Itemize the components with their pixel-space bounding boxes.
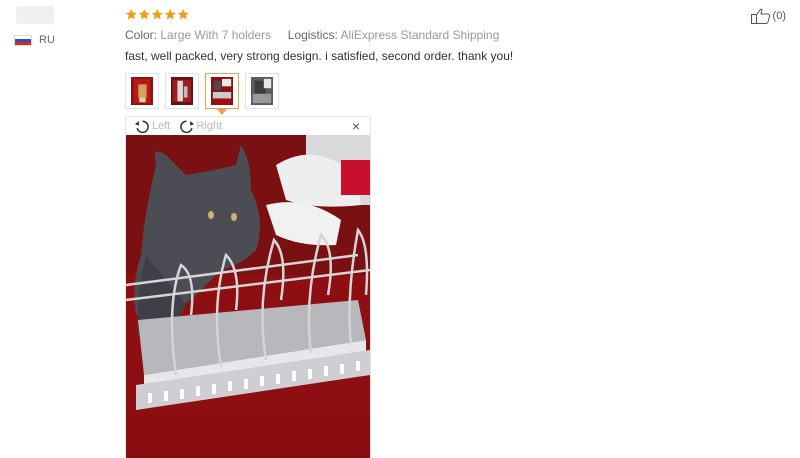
review-thumbnails [125, 73, 745, 115]
review-thumbnail[interactable] [125, 73, 159, 109]
russia-flag-icon [14, 34, 32, 46]
rotate-right-label: Right [196, 120, 223, 132]
reviewer-name-blurred [16, 6, 54, 24]
thumbnail-image [211, 77, 233, 105]
review-text: fast, well packed, very strong design. i… [125, 49, 514, 63]
thumbnail-image [171, 77, 193, 105]
review-thumbnail-selected[interactable] [205, 73, 239, 115]
rotate-right-button[interactable]: Right [178, 119, 222, 134]
image-viewer: Left Right × [125, 116, 371, 458]
rotate-left-label: Left [152, 120, 171, 132]
helpful-count: (0) [772, 10, 786, 22]
star-icon [151, 9, 163, 20]
viewer-toolbar: Left Right × [126, 117, 370, 135]
color-value: Large With 7 holders [160, 28, 272, 42]
order-info: Color: Large With 7 holders Logistics: A… [125, 28, 745, 42]
review-thumbnail[interactable] [245, 73, 279, 109]
rotate-left-button[interactable]: Left [134, 119, 170, 134]
review-photo [126, 135, 370, 458]
country-code: RU [39, 34, 55, 46]
rotate-right-icon [180, 119, 195, 133]
helpful-button[interactable]: (0) [750, 8, 786, 24]
star-icon [138, 9, 150, 20]
star-icon [164, 9, 176, 20]
thumbnail-image [131, 77, 153, 105]
rotate-left-icon [135, 119, 149, 133]
logistics-value: AliExpress Standard Shipping [340, 28, 500, 42]
thumbs-up-icon [750, 8, 770, 24]
star-rating [125, 8, 745, 22]
logistics-label: Logistics: [287, 28, 338, 42]
reviewer-info: RU [14, 6, 94, 46]
review-thumbnail[interactable] [165, 73, 199, 109]
close-icon[interactable]: × [352, 118, 360, 134]
star-icon [177, 9, 189, 20]
star-icon [125, 9, 137, 20]
selected-caret [217, 109, 227, 115]
color-label: Color: [125, 28, 158, 42]
reviewer-country: RU [14, 34, 94, 46]
review-body: Color: Large With 7 holders Logistics: A… [125, 8, 745, 115]
thumbnail-image [251, 77, 273, 105]
